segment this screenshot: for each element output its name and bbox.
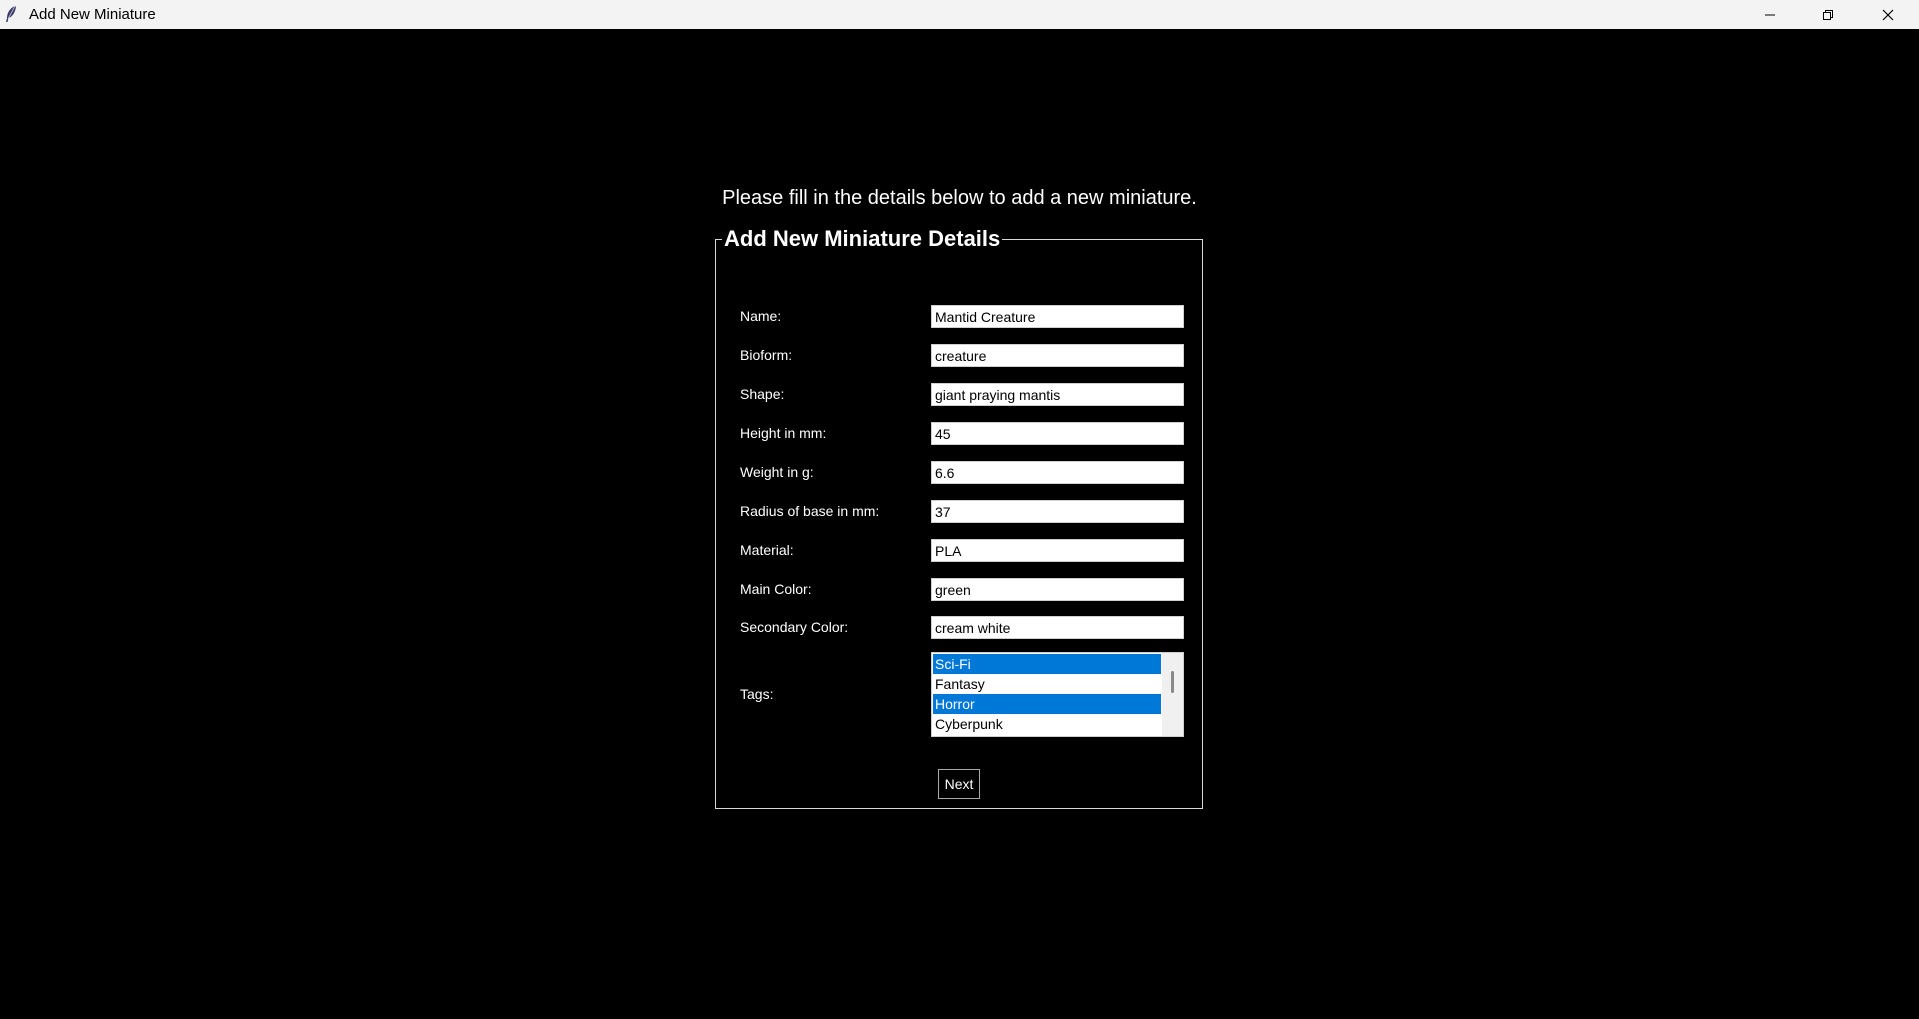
frame-legend: Add New Miniature Details xyxy=(722,226,1003,252)
weight-input[interactable] xyxy=(931,461,1184,484)
window-title: Add New Miniature xyxy=(29,6,156,23)
instructions-text: Please fill in the details below to add … xyxy=(722,187,1197,209)
bioform-label: Bioform: xyxy=(740,347,793,363)
feather-icon xyxy=(6,5,16,22)
minimize-button[interactable] xyxy=(1741,0,1799,29)
close-icon xyxy=(1882,9,1894,20)
restore-button[interactable] xyxy=(1799,0,1857,29)
tags-label: Tags: xyxy=(740,686,774,702)
shape-input[interactable] xyxy=(931,383,1184,406)
name-label: Name: xyxy=(740,308,782,324)
tag-option-horror[interactable]: Horror xyxy=(933,694,1161,714)
height-input[interactable] xyxy=(931,422,1184,445)
material-input[interactable] xyxy=(931,539,1184,562)
main-color-label: Main Color: xyxy=(740,581,812,597)
title-bar[interactable]: Add New Miniature xyxy=(0,0,1919,29)
base-radius-input[interactable] xyxy=(931,500,1184,523)
secondary-color-input[interactable] xyxy=(931,616,1184,639)
height-label: Height in mm: xyxy=(740,425,827,441)
secondary-color-label: Secondary Color: xyxy=(740,619,849,635)
tag-option-sci-fi[interactable]: Sci-Fi xyxy=(933,654,1161,674)
main-color-input[interactable] xyxy=(931,578,1184,601)
scrollbar-thumb[interactable] xyxy=(1171,671,1174,693)
tags-listbox[interactable]: Sci-Fi Fantasy Horror Cyberpunk xyxy=(931,652,1184,737)
tags-scrollbar[interactable] xyxy=(1162,653,1183,736)
close-button[interactable] xyxy=(1857,0,1919,29)
minimize-icon xyxy=(1765,14,1775,15)
name-input[interactable] xyxy=(931,305,1184,328)
shape-label: Shape: xyxy=(740,386,785,402)
material-label: Material: xyxy=(740,542,794,558)
base-radius-label: Radius of base in mm: xyxy=(740,503,880,519)
weight-label: Weight in g: xyxy=(740,464,814,480)
restore-icon xyxy=(1823,9,1833,20)
next-button[interactable]: Next xyxy=(938,769,980,799)
bioform-input[interactable] xyxy=(931,344,1184,367)
tag-option-cyberpunk[interactable]: Cyberpunk xyxy=(933,714,1161,734)
tag-option-fantasy[interactable]: Fantasy xyxy=(933,674,1161,694)
